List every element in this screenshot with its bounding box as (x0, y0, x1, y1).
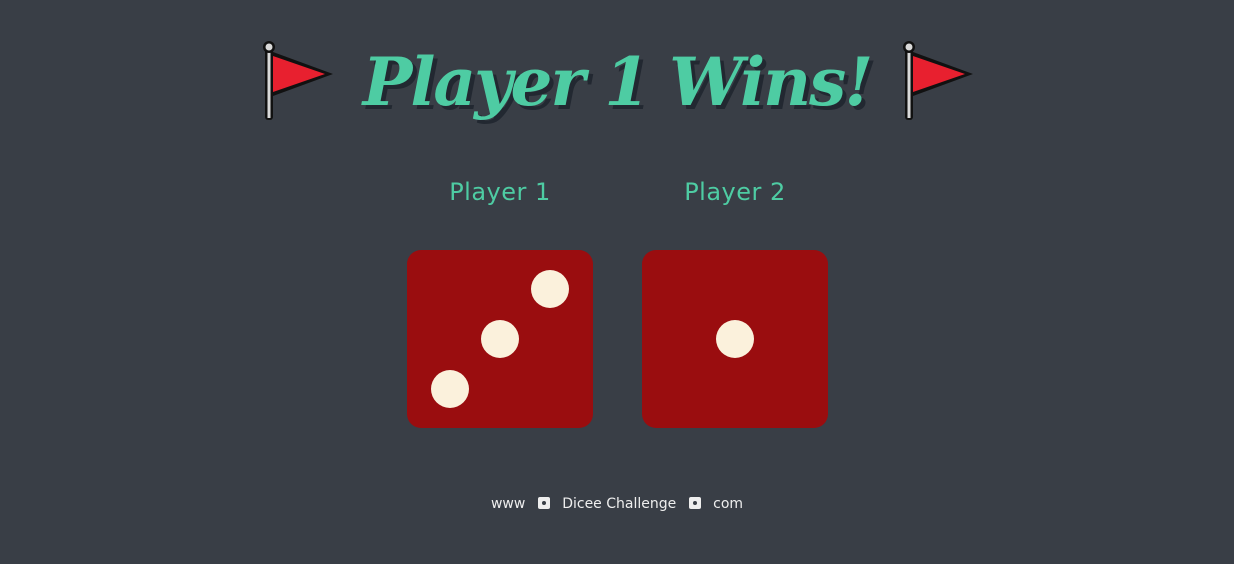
footer-www: www (490, 496, 526, 512)
player-1-label: Player 1 (449, 178, 551, 206)
title-row: Player 1 Wins! (0, 34, 1234, 130)
player-1-die (407, 250, 593, 428)
player-2-die (642, 250, 828, 428)
page-title: Player 1 Wins! (362, 43, 874, 121)
player-2-label: Player 2 (684, 178, 786, 206)
die-pip (481, 320, 519, 358)
red-flag-icon (262, 41, 333, 120)
die-pip (430, 369, 469, 408)
footer-site-name: Dicee Challenge (562, 496, 677, 512)
red-flag-icon (903, 41, 974, 120)
die-pip (531, 270, 570, 309)
footer: www Dicee Challenge com (0, 496, 1234, 512)
die-pip (716, 320, 754, 358)
footer-com: com (713, 496, 744, 512)
dice-icon (688, 497, 701, 509)
dice-icon (537, 497, 550, 509)
